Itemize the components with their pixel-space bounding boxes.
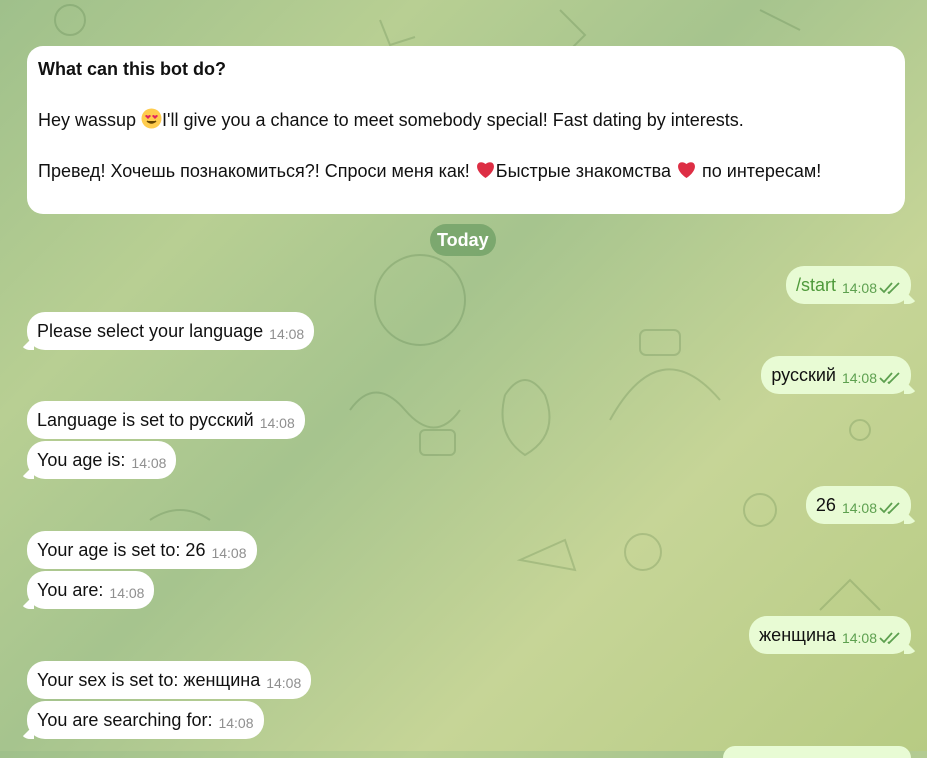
double-check-icon xyxy=(879,372,900,384)
outgoing-message[interactable]: 26 14:08 xyxy=(805,486,918,527)
message-text: русский xyxy=(771,365,836,385)
red-heart-icon xyxy=(676,159,697,180)
incoming-message[interactable]: Your sex is set to: женщина 14:08 xyxy=(27,661,312,699)
message-time: 14:08 xyxy=(269,326,305,342)
message-text: You are searching for: xyxy=(37,710,213,730)
intro-line1-before: Hey wassup xyxy=(38,110,142,130)
message-text: /start xyxy=(795,275,836,295)
message-time: 14:08 xyxy=(109,585,145,601)
outgoing-message[interactable]: женщина 14:08 xyxy=(749,616,918,657)
message-time: 14:08 xyxy=(266,675,302,691)
message-meta: 14:08 xyxy=(842,269,901,307)
incoming-message[interactable]: Your age is set to: 26 14:08 xyxy=(27,531,257,569)
double-check-icon xyxy=(879,632,900,644)
message-meta: 14:08 xyxy=(842,359,901,397)
message-text: You age is: xyxy=(37,450,126,470)
intro-line2-part3: по интересам! xyxy=(697,161,822,181)
incoming-message[interactable]: You are searching for: 14:08 xyxy=(20,701,264,739)
message-text: женщина xyxy=(759,625,836,645)
message-time: 14:08 xyxy=(841,630,877,646)
chat-area: What can this bot do? Hey wassup I'll gi… xyxy=(0,0,927,758)
bot-description-line-english: Hey wassup I'll give you a chance to mee… xyxy=(38,107,894,133)
incoming-message[interactable]: You age is: 14:08 xyxy=(20,441,177,479)
message-text: Your age is set to: 26 xyxy=(37,540,206,560)
intro-line2-part2: Быстрые знакомства xyxy=(495,161,677,181)
message-time: 14:08 xyxy=(841,370,877,386)
message-time: 14:08 xyxy=(841,280,877,296)
incoming-message[interactable]: You are: 14:08 xyxy=(20,571,155,609)
intro-line2-part1: Превед! Хочешь познакомиться?! Спроси ме… xyxy=(38,161,475,181)
bot-description-card: What can this bot do? Hey wassup I'll gi… xyxy=(27,46,905,214)
red-heart-icon xyxy=(475,159,496,180)
message-text: You are: xyxy=(37,580,104,600)
message-time: 14:08 xyxy=(259,415,295,431)
message-text: Please select your language xyxy=(37,321,264,341)
bot-description-title: What can this bot do? xyxy=(38,59,226,79)
message-time: 14:08 xyxy=(131,455,167,471)
bot-description-line-russian: Превед! Хочешь познакомиться?! Спроси ме… xyxy=(38,158,894,184)
intro-line1-after: I'll give you a chance to meet somebody … xyxy=(162,110,744,130)
outgoing-message[interactable]: /start 14:08 xyxy=(785,266,918,307)
message-time: 14:08 xyxy=(841,500,877,516)
message-time: 14:08 xyxy=(211,545,247,561)
heart-eyes-emoji-icon xyxy=(141,108,162,129)
date-separator: Today xyxy=(430,224,496,256)
message-text: Your sex is set to: женщина xyxy=(37,670,261,690)
outgoing-message[interactable]: русский 14:08 xyxy=(761,356,918,397)
incoming-message[interactable]: Language is set to русский 14:08 xyxy=(27,401,305,439)
message-meta: 14:08 xyxy=(842,619,901,657)
message-text: Language is set to русский xyxy=(37,410,254,430)
double-check-icon xyxy=(879,282,900,294)
incoming-message[interactable]: Please select your language 14:08 xyxy=(20,312,315,350)
partial-outgoing-message xyxy=(723,746,911,758)
double-check-icon xyxy=(879,502,900,514)
message-meta: 14:08 xyxy=(842,489,901,527)
message-time: 14:08 xyxy=(218,715,254,731)
message-text: 26 xyxy=(815,495,836,515)
